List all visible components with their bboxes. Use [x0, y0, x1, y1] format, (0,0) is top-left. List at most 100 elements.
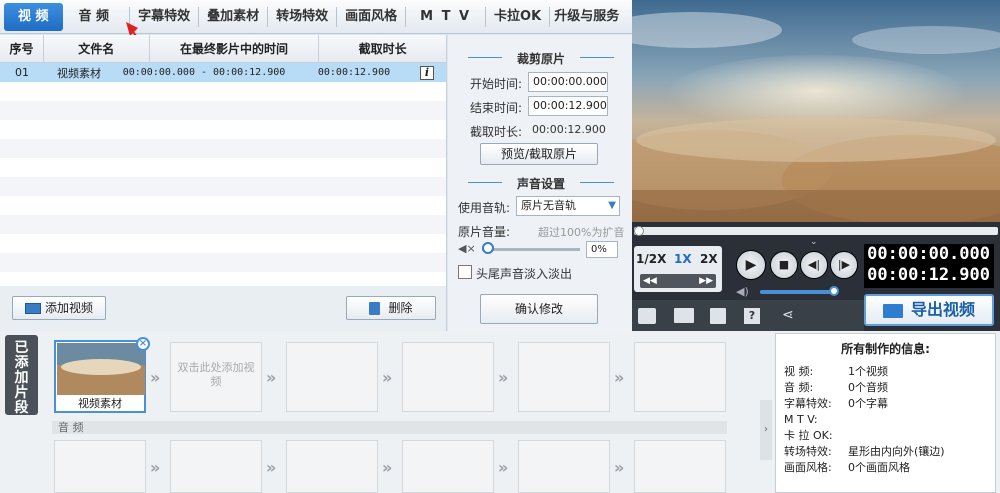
volume-percent-field[interactable]: 0%	[586, 241, 618, 258]
audio-slot[interactable]	[402, 440, 494, 493]
clip-table: 序号 文件名 在最终影片中的时间 截取时长 01 视频素材 00:00:00.0…	[0, 35, 447, 286]
add-video-placeholder[interactable]: 双击此处添加视频	[170, 342, 262, 412]
end-time-field[interactable]: 00:00:12.900	[528, 96, 608, 116]
audio-slot[interactable]	[54, 440, 146, 493]
empty-slot[interactable]	[518, 342, 610, 412]
tab-subtitle-effects[interactable]: 字幕特效	[130, 0, 198, 34]
player-volume-handle[interactable]	[829, 286, 840, 296]
tab-transition-effects[interactable]: 转场特效	[268, 0, 336, 34]
chevron-right-icon: »	[498, 458, 509, 477]
start-time-field[interactable]: 00:00:00.000	[528, 72, 608, 92]
player-volume-slider[interactable]	[760, 290, 838, 294]
progress-handle[interactable]	[634, 226, 644, 236]
empty-row	[0, 196, 446, 215]
chevron-right-icon: »	[614, 368, 625, 387]
empty-slot[interactable]	[634, 342, 726, 412]
collapse-chevron-icon[interactable]: ⌄	[810, 237, 818, 247]
chevron-right-icon: »	[382, 458, 393, 477]
volume-slider[interactable]	[482, 248, 580, 251]
tab-karaoke[interactable]: 卡拉OK	[486, 0, 549, 34]
fade-checkbox[interactable]	[458, 265, 472, 279]
empty-row	[0, 234, 446, 253]
info-value: 星形由内向外(镶边)	[848, 445, 945, 458]
info-row-video: 视 频: 1个视频	[776, 364, 995, 380]
video-preview	[632, 0, 1000, 222]
close-icon[interactable]: ×	[136, 337, 150, 351]
save-icon[interactable]	[710, 308, 726, 324]
rewind-icon: ◀◀	[643, 276, 657, 286]
help-icon[interactable]: ?	[744, 308, 760, 324]
info-value: 0个音频	[848, 381, 888, 394]
audio-slot[interactable]	[634, 440, 726, 493]
row-index: 01	[15, 66, 29, 79]
tab-picture-style[interactable]: 画面风格	[337, 0, 405, 34]
speaker-mute-icon[interactable]: ◀×	[458, 242, 476, 255]
empty-slot[interactable]	[286, 342, 378, 412]
volume-slider-handle[interactable]	[482, 242, 494, 254]
add-video-button[interactable]: 添加视频	[12, 296, 106, 320]
empty-row	[0, 253, 446, 272]
info-value: 0个字幕	[848, 397, 888, 410]
tab-audio[interactable]: 音 频	[67, 0, 130, 34]
delete-button[interactable]: 删除	[346, 296, 436, 320]
stop-icon: ■	[778, 258, 790, 271]
audio-slot[interactable]	[170, 440, 262, 493]
info-value: 0个画面风格	[848, 461, 910, 474]
confirm-button[interactable]: 确认修改	[480, 294, 598, 324]
open-folder-icon[interactable]	[674, 308, 694, 323]
time-current: 00:00:00.000	[867, 244, 990, 264]
info-row-karaoke: 卡 拉 OK:	[776, 428, 995, 444]
col-index[interactable]: 序号	[0, 35, 44, 62]
info-key: 卡 拉 OK:	[784, 429, 833, 442]
tab-upgrade-service[interactable]: 升级与服务	[550, 0, 623, 34]
stop-button[interactable]: ■	[770, 251, 798, 279]
tab-overlay-material[interactable]: 叠加素材	[199, 0, 267, 34]
speed-1x[interactable]: 1X	[674, 252, 692, 266]
speed-2x[interactable]: 2X	[700, 252, 718, 266]
play-button[interactable]: ▶	[736, 250, 766, 280]
timecode-display: 00:00:00.000 00:00:12.900	[864, 244, 994, 288]
track-select-value: 原片无音轨	[521, 199, 576, 212]
tab-video[interactable]: 视 频	[4, 2, 63, 31]
col-final-time[interactable]: 在最终影片中的时间	[150, 35, 320, 62]
chevron-right-icon: »	[150, 368, 161, 387]
speed-shuttle[interactable]: ◀◀ ▶▶	[640, 274, 716, 288]
col-filename[interactable]: 文件名	[44, 35, 150, 62]
trim-panel: 裁剪原片 开始时间: 00:00:00.000 结束时间: 00:00:12.9…	[448, 35, 632, 331]
sound-title: 声音设置	[516, 177, 565, 191]
added-clips-sidetab[interactable]: 已添加片段	[5, 335, 38, 416]
progress-bar[interactable]	[634, 227, 998, 235]
export-video-button[interactable]: 导出视频	[864, 294, 994, 326]
info-value: 1个视频	[848, 365, 888, 378]
section-line	[580, 57, 614, 58]
col-duration[interactable]: 截取时长	[319, 35, 446, 62]
preview-trim-button[interactable]: 预览/截取原片	[480, 143, 598, 165]
prev-frame-button[interactable]: ◀|	[800, 251, 828, 279]
section-line	[468, 57, 502, 58]
fade-label: 头尾声音淡入淡出	[476, 267, 573, 281]
tab-mtv[interactable]: M T V	[406, 0, 485, 34]
speaker-icon[interactable]: ◀)	[736, 285, 749, 298]
info-row-mtv: M T V:	[776, 412, 995, 428]
chevron-down-icon: ▼	[608, 200, 616, 211]
row-filename: 视频素材	[57, 66, 101, 80]
info-key: 音 频:	[784, 381, 814, 394]
empty-row	[0, 139, 446, 158]
speed-half[interactable]: 1/2X	[636, 252, 666, 266]
audio-slot[interactable]	[286, 440, 378, 493]
new-project-icon[interactable]	[638, 308, 656, 324]
info-icon[interactable]: i	[420, 65, 434, 80]
table-row[interactable]: 01 视频素材 00:00:00.000 - 00:00:12.900 00:0…	[0, 63, 446, 82]
audio-slot[interactable]	[518, 440, 610, 493]
audio-track-label: 音 频	[52, 421, 727, 434]
next-frame-button[interactable]: |▶	[830, 251, 858, 279]
fast-forward-icon: ▶▶	[699, 276, 713, 286]
row-range: 00:00:00.000 - 00:00:12.900	[122, 67, 286, 78]
share-icon[interactable]: ⋖	[782, 307, 794, 323]
collapse-info-arrow[interactable]: ›	[760, 400, 772, 460]
chevron-right-icon: »	[266, 458, 277, 477]
empty-slot[interactable]	[402, 342, 494, 412]
track-select[interactable]: 原片无音轨 ▼	[516, 196, 620, 216]
timeline-clip[interactable]: 视频素材	[54, 340, 146, 413]
info-row-transition: 转场特效: 星形由内向外(镶边)	[776, 444, 995, 460]
